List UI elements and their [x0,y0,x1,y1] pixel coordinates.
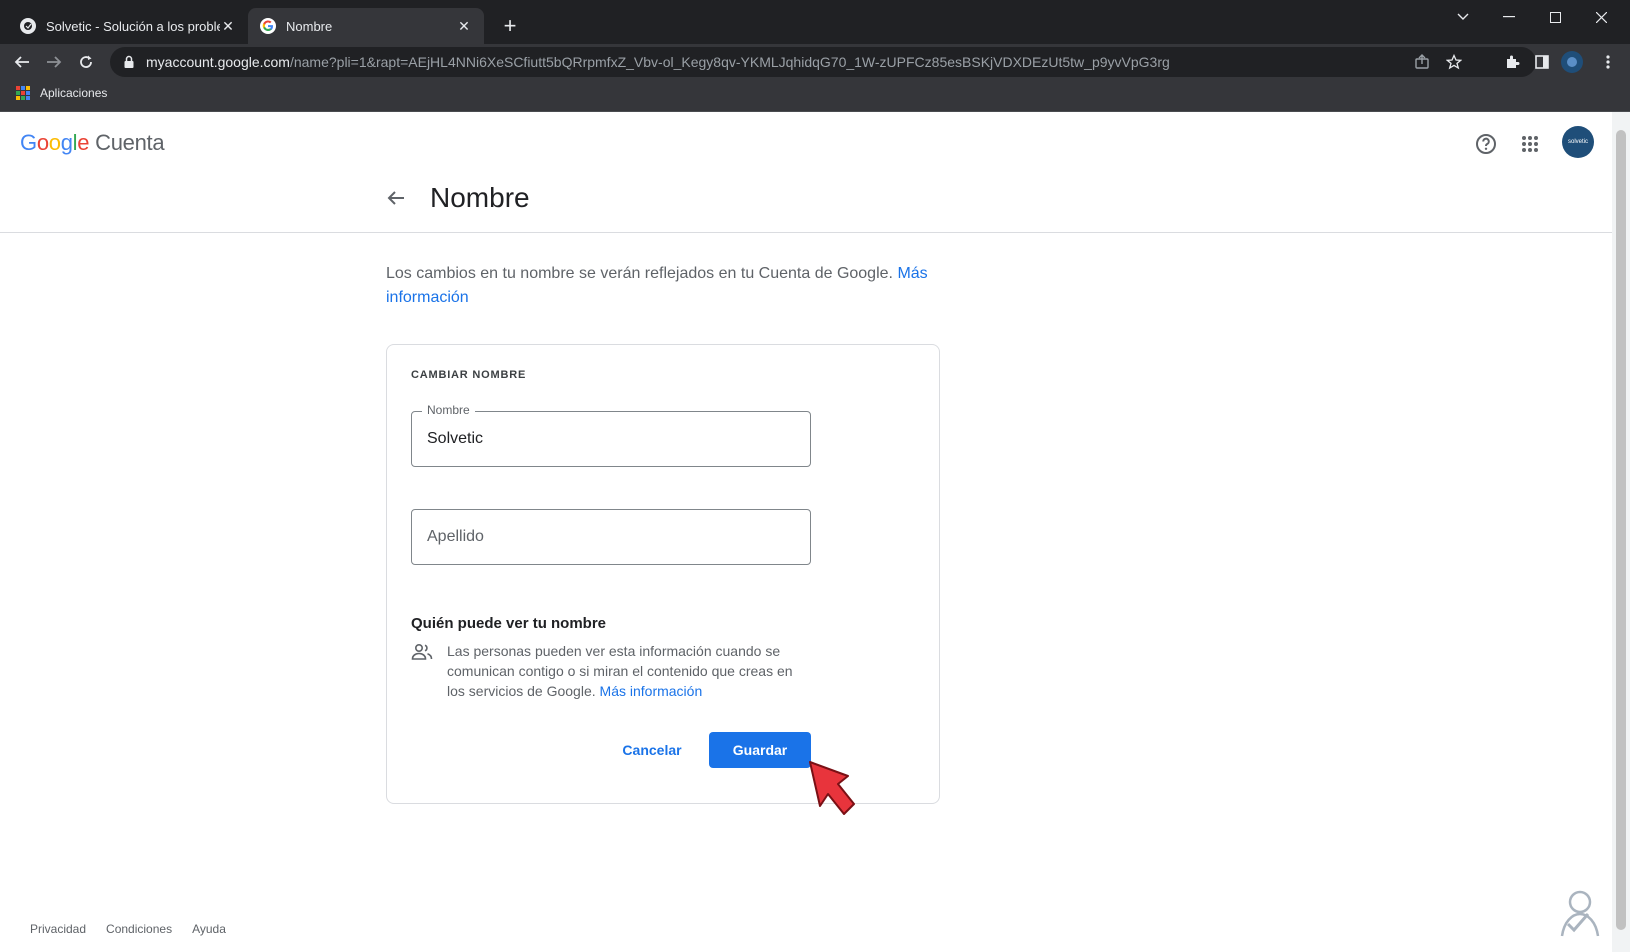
tab-nombre[interactable]: Nombre ✕ [248,8,484,44]
close-icon[interactable]: ✕ [456,18,472,34]
first-name-field[interactable]: Nombre Solvetic [411,403,811,467]
logo-letter: o [48,130,61,155]
forward-icon[interactable] [40,48,68,76]
product-name: Cuenta [95,130,165,155]
tab-title: Nombre [286,18,333,34]
help-icon[interactable] [1472,130,1500,158]
address-bar[interactable]: myaccount.google.com /name?pli=1&rapt=AE… [110,47,1536,77]
profile-avatar-icon[interactable] [1558,48,1586,76]
minimize-icon[interactable] [1486,4,1532,30]
reload-icon[interactable] [72,48,100,76]
page-content: Google Cuenta solvetic Nombre Los cambio… [0,112,1612,952]
solvetic-favicon-icon [20,18,36,34]
logo-letter: G [20,130,37,155]
bookmark-aplicaciones[interactable]: Aplicaciones [16,86,107,100]
back-icon[interactable] [8,48,36,76]
logo-letter: g [60,130,73,155]
first-name-value: Solvetic [427,430,484,447]
footer-help-link[interactable]: Ayuda [192,922,226,936]
google-account-logo[interactable]: Google Cuenta [20,130,165,156]
last-name-placeholder: Apellido [427,528,484,545]
url-host: myaccount.google.com [146,54,290,70]
share-icon[interactable] [1408,48,1436,76]
tab-title: Solvetic - Solución a los problem [46,18,220,34]
google-header: Google Cuenta solvetic Nombre [0,112,1612,233]
extensions-icon[interactable] [1498,48,1526,76]
tab-bar: Solvetic - Solución a los problem ✕ Nomb… [0,0,1630,44]
people-icon [411,643,433,660]
new-tab-plus-icon[interactable]: + [496,12,524,40]
save-button[interactable]: Guardar [709,732,811,768]
logo-letter: e [77,130,90,155]
tab-solvetic[interactable]: Solvetic - Solución a los problem ✕ [8,8,248,44]
page-scrollbar[interactable] [1612,112,1630,952]
star-icon[interactable] [1440,48,1468,76]
visibility-description: Las personas pueden ver esta información… [447,641,807,701]
visibility-more-info-link[interactable]: Más información [600,683,703,699]
change-name-card: CAMBIAR NOMBRE Nombre Solvetic Apellido … [386,344,940,804]
url-path: /name?pli=1&rapt=AEjHL4NNi6XeSCfiutt5bQR… [289,54,1170,70]
menu-kebab-icon[interactable] [1594,48,1622,76]
avatar-label: solvetic [1567,139,1588,145]
side-panel-icon[interactable] [1528,48,1556,76]
card-heading: CAMBIAR NOMBRE [411,369,527,381]
last-name-field[interactable]: Apellido [411,509,811,565]
intro-sentence: Los cambios en tu nombre se verán reflej… [386,265,893,282]
footer-privacy-link[interactable]: Privacidad [30,922,86,936]
page-title-row: Nombre [384,182,530,214]
apps-grid-icon [16,86,30,100]
logo-letter: o [36,130,49,155]
scrollbar-thumb[interactable] [1616,130,1626,930]
account-avatar[interactable]: solvetic [1562,126,1594,158]
google-apps-icon[interactable] [1516,130,1544,158]
visibility-title: Quién puede ver tu nombre [411,615,607,632]
google-favicon-icon [260,18,276,34]
close-icon[interactable]: ✕ [220,18,236,34]
footer-links: Privacidad Condiciones Ayuda [30,922,226,936]
tab-search-chevron-icon[interactable] [1440,4,1486,30]
solvetic-watermark-icon [1560,890,1600,937]
cancel-button[interactable]: Cancelar [607,732,697,768]
footer-terms-link[interactable]: Condiciones [106,922,172,936]
intro-text: Los cambios en tu nombre se verán reflej… [386,262,946,310]
window-close-icon[interactable] [1578,4,1624,30]
maximize-icon[interactable] [1532,4,1578,30]
bookmark-label: Aplicaciones [40,86,108,100]
bookmarks-bar: Aplicaciones [0,80,1630,112]
lock-icon [124,55,134,68]
first-name-label: Nombre [422,403,475,417]
page-title: Nombre [430,182,530,213]
back-arrow-icon[interactable] [384,186,408,210]
red-pointer-arrow-icon [809,761,855,815]
browser-toolbar: myaccount.google.com /name?pli=1&rapt=AE… [0,44,1630,80]
